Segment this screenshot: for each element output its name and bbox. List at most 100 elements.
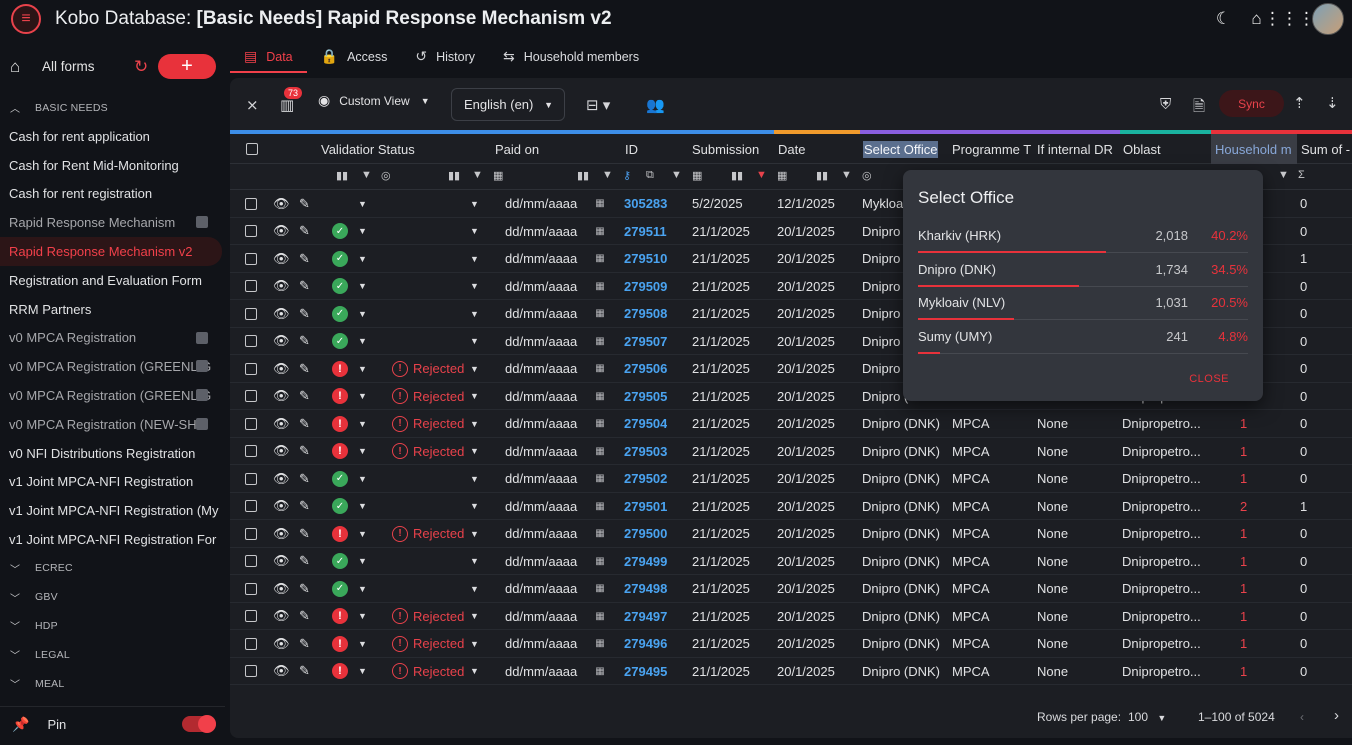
sidebar-item[interactable]: RRM Partners <box>0 295 222 324</box>
row-checkbox[interactable] <box>245 465 257 493</box>
col-office[interactable]: Select Office <box>859 134 948 164</box>
paid-dropdown[interactable]: ▼ <box>470 630 479 658</box>
validation-dropdown[interactable]: ▼ <box>358 548 367 576</box>
sidebar-group[interactable]: ﹀ GBV <box>0 583 225 612</box>
refresh-icon[interactable]: ↻ <box>134 57 148 77</box>
validation-dropdown[interactable]: ▼ <box>358 410 367 438</box>
paid-dropdown[interactable]: ▼ <box>470 383 479 411</box>
household-count[interactable]: 1 <box>1240 548 1247 576</box>
shield-icon[interactable]: ⛨ <box>1160 96 1171 113</box>
edit-icon[interactable]: ✎ <box>299 410 310 438</box>
view-icon[interactable]: 👁 <box>273 218 290 246</box>
rejected-status[interactable]: ! Rejected <box>392 520 464 548</box>
paid-on-date-input[interactable]: dd/mm/aaaa ▦ <box>505 190 605 218</box>
paid-on-date-input[interactable]: dd/mm/aaaa ▦ <box>505 245 605 273</box>
row-checkbox[interactable] <box>245 548 257 576</box>
validation-dropdown[interactable]: ▼ <box>358 465 367 493</box>
copy-icon[interactable]: ⧉ <box>646 169 654 182</box>
radio-icon[interactable]: ◎ <box>381 169 391 182</box>
apps-grid-icon[interactable]: ⋮⋮⋮ <box>1264 3 1315 35</box>
edit-icon[interactable]: ✎ <box>299 328 310 356</box>
validation-dropdown[interactable]: ▼ <box>358 520 367 548</box>
validation-dropdown[interactable]: ▼ <box>358 300 367 328</box>
calendar-icon[interactable]: ▦ <box>692 169 702 182</box>
tab-history[interactable]: ↺ History <box>401 40 489 73</box>
select-all-checkbox[interactable] <box>242 134 258 164</box>
edit-icon[interactable]: ✎ <box>299 658 310 686</box>
view-icon[interactable]: 👁 <box>273 300 290 328</box>
next-page-icon[interactable]: › <box>1334 707 1339 724</box>
view-icon[interactable]: 👁 <box>273 245 290 273</box>
household-count[interactable]: 2 <box>1240 493 1247 521</box>
paid-on-date-input[interactable]: dd/mm/aaaa ▦ <box>505 218 605 246</box>
paid-dropdown[interactable]: ▼ <box>470 273 479 301</box>
sidebar-item[interactable]: v0 MPCA Registration (NEW-SHE <box>0 410 222 439</box>
submission-id-link[interactable]: 279496 <box>624 630 667 658</box>
submission-id-link[interactable]: 279505 <box>624 383 667 411</box>
edit-icon[interactable]: ✎ <box>299 520 310 548</box>
paid-dropdown[interactable]: ▼ <box>470 328 479 356</box>
view-icon[interactable]: 👁 <box>273 438 290 466</box>
submission-id-link[interactable]: 279501 <box>624 493 667 521</box>
close-button[interactable]: CLOSE <box>1189 373 1229 385</box>
view-icon[interactable]: 👁 <box>273 328 290 356</box>
submission-id-link[interactable]: 279507 <box>624 328 667 356</box>
edit-icon[interactable]: ✎ <box>299 190 310 218</box>
edit-icon[interactable]: ✎ <box>299 383 310 411</box>
sidebar-item[interactable]: v0 MPCA Registration (GREENLIG <box>0 352 222 381</box>
edit-icon[interactable]: ✎ <box>299 548 310 576</box>
tab-data[interactable]: ▤ Data <box>230 40 307 73</box>
col-submission[interactable]: Submission <box>688 134 774 164</box>
submission-id-link[interactable]: 279504 <box>624 410 667 438</box>
row-checkbox[interactable] <box>245 438 257 466</box>
view-icon[interactable]: 👁 <box>273 493 290 521</box>
submission-id-link[interactable]: 279499 <box>624 548 667 576</box>
validation-dropdown[interactable]: ▼ <box>358 245 367 273</box>
validation-dropdown[interactable]: ▼ <box>358 383 367 411</box>
submission-id-link[interactable]: 305283 <box>624 190 667 218</box>
col-paid-on[interactable]: Paid on <box>491 134 621 164</box>
paid-on-date-input[interactable]: dd/mm/aaaa ▦ <box>505 630 605 658</box>
view-icon[interactable]: 👁 <box>273 548 290 576</box>
sync-button[interactable]: Sync <box>1219 90 1284 117</box>
validation-dropdown[interactable]: ▼ <box>358 603 367 631</box>
row-checkbox[interactable] <box>245 493 257 521</box>
household-count[interactable]: 1 <box>1240 575 1247 603</box>
household-count[interactable]: 1 <box>1240 465 1247 493</box>
chart-icon[interactable]: ▮▮ <box>336 169 348 182</box>
sidebar-item[interactable]: Cash for Rent Mid-Monitoring <box>0 151 222 180</box>
view-icon[interactable]: 👁 <box>273 520 290 548</box>
paid-dropdown[interactable]: ▼ <box>470 355 479 383</box>
paid-on-date-input[interactable]: dd/mm/aaaa ▦ <box>505 603 605 631</box>
view-icon[interactable]: 👁 <box>273 603 290 631</box>
sigma-icon[interactable]: Σ <box>1298 169 1305 181</box>
paid-dropdown[interactable]: ▼ <box>470 218 479 246</box>
sidebar-group[interactable]: ﹀ ECREC <box>0 554 225 583</box>
all-forms-link[interactable]: All forms <box>42 59 95 74</box>
validation-dropdown[interactable]: ▼ <box>358 190 367 218</box>
edit-icon[interactable]: ✎ <box>299 630 310 658</box>
paid-dropdown[interactable]: ▼ <box>470 658 479 686</box>
clear-filter-icon[interactable]: ⨯ <box>246 96 259 114</box>
row-checkbox[interactable] <box>245 603 257 631</box>
row-checkbox[interactable] <box>245 245 257 273</box>
document-icon[interactable]: 🗎 <box>1193 96 1205 121</box>
sidebar-item[interactable]: Rapid Response Mechanism v2 <box>0 237 222 266</box>
row-checkbox[interactable] <box>245 575 257 603</box>
moon-icon[interactable]: ☾ <box>1207 3 1240 35</box>
rejected-status[interactable]: ! Rejected <box>392 355 464 383</box>
submission-id-link[interactable]: 279503 <box>624 438 667 466</box>
paid-dropdown[interactable]: ▼ <box>470 465 479 493</box>
office-stat-row[interactable]: Sumy (UMY) 241 4.8% <box>918 321 1248 354</box>
paid-on-date-input[interactable]: dd/mm/aaaa ▦ <box>505 438 605 466</box>
office-stat-row[interactable]: Kharkiv (HRK) 2,018 40.2% <box>918 220 1248 253</box>
household-count[interactable]: 1 <box>1240 520 1247 548</box>
sidebar-item[interactable]: Cash for rent application <box>0 122 222 151</box>
paid-dropdown[interactable]: ▼ <box>470 575 479 603</box>
household-count[interactable]: 1 <box>1240 438 1247 466</box>
submission-id-link[interactable]: 279502 <box>624 465 667 493</box>
paid-on-date-input[interactable]: dd/mm/aaaa ▦ <box>505 300 605 328</box>
submission-id-link[interactable]: 279508 <box>624 300 667 328</box>
paid-dropdown[interactable]: ▼ <box>470 520 479 548</box>
submission-id-link[interactable]: 279500 <box>624 520 667 548</box>
